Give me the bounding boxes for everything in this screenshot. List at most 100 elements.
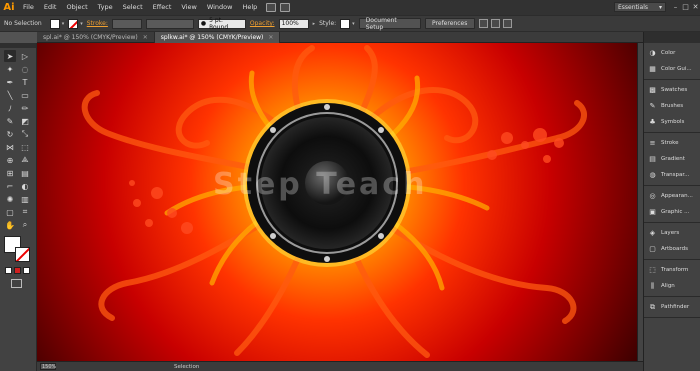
panel-align[interactable]: ⫼ Align: [644, 278, 700, 294]
symbol-sprayer-tool-icon[interactable]: ✺: [4, 193, 16, 205]
chevron-down-icon[interactable]: ▾: [62, 21, 65, 27]
fill-swatch[interactable]: [49, 18, 60, 29]
gradient-mode-icon[interactable]: [14, 267, 21, 274]
menu-help[interactable]: Help: [237, 0, 262, 15]
zoom-level-field[interactable]: 150%: [40, 363, 56, 370]
minimize-icon[interactable]: –: [671, 2, 680, 11]
menu-type[interactable]: Type: [93, 0, 118, 15]
document-tabs: spl.ai* @ 150% (CMYK/Preview) ✕ splkw.ai…: [37, 32, 643, 43]
magic-wand-tool-icon[interactable]: ✦: [4, 63, 16, 75]
transform-icon[interactable]: [490, 19, 500, 28]
workspace-switcher[interactable]: Essentials ▾: [614, 2, 666, 12]
status-bar: 150% Selection: [37, 361, 643, 371]
panel-pathfinder[interactable]: ⧉ Pathfinder: [644, 299, 700, 315]
panel-transform[interactable]: ⬚ Transform: [644, 262, 700, 278]
menu-window[interactable]: Window: [202, 0, 238, 15]
chevron-right-icon[interactable]: ▸: [313, 21, 316, 27]
rotate-tool-icon[interactable]: ↻: [4, 128, 16, 140]
panel-appearance[interactable]: ◎ Appearan...: [644, 188, 700, 204]
panel-color[interactable]: ◑ Color: [644, 45, 700, 61]
style-label: Style:: [319, 20, 337, 27]
screen-mode-icon[interactable]: [11, 279, 22, 288]
shape-builder-tool-icon[interactable]: ⊕: [4, 154, 16, 166]
arrange-documents-icon[interactable]: [280, 3, 291, 12]
line-tool-icon[interactable]: ╲: [4, 89, 16, 101]
artboard-tool-icon[interactable]: ▢: [4, 206, 16, 218]
mesh-tool-icon[interactable]: ⊞: [4, 167, 16, 179]
panel-symbols[interactable]: ♣ Symbols: [644, 114, 700, 130]
width-tool-icon[interactable]: ⋈: [4, 141, 16, 153]
close-icon[interactable]: ✕: [691, 2, 700, 11]
document-setup-button[interactable]: Document Setup: [358, 17, 421, 31]
panel-label: Pathfinder: [661, 304, 690, 310]
panel-dock-header[interactable]: [644, 32, 700, 43]
none-mode-icon[interactable]: [23, 267, 30, 274]
rectangle-tool-icon[interactable]: ▭: [19, 89, 31, 101]
menu-object[interactable]: Object: [61, 0, 92, 15]
blend-tool-icon[interactable]: ◐: [19, 180, 31, 192]
chevron-down-icon[interactable]: ▾: [352, 21, 355, 27]
gradient-tool-icon[interactable]: ▤: [19, 167, 31, 179]
close-icon[interactable]: ✕: [143, 34, 148, 41]
panel-brushes[interactable]: ✎ Brushes: [644, 98, 700, 114]
panel-group-transform: ⬚ Transform ⫼ Align: [644, 260, 700, 297]
perspective-grid-tool-icon[interactable]: ⟁: [19, 154, 31, 166]
eyedropper-tool-icon[interactable]: ⌐: [4, 180, 16, 192]
free-transform-tool-icon[interactable]: ⬚: [19, 141, 31, 153]
preferences-button[interactable]: Preferences: [424, 18, 475, 29]
bridge-icon[interactable]: [266, 3, 277, 12]
chevron-down-icon[interactable]: ▾: [80, 21, 83, 27]
align-icon[interactable]: [478, 19, 488, 28]
panel-graphic-styles[interactable]: ▣ Graphic ...: [644, 204, 700, 220]
menu-select[interactable]: Select: [118, 0, 148, 15]
opacity-label[interactable]: Opacity:: [250, 20, 275, 27]
lasso-tool-icon[interactable]: ◌: [19, 63, 31, 75]
pencil-tool-icon[interactable]: ✏: [19, 102, 31, 114]
panel-transparency[interactable]: ◍ Transpar...: [644, 167, 700, 183]
hand-tool-icon[interactable]: ✋: [4, 219, 16, 231]
zoom-tool-icon[interactable]: ⌕: [19, 219, 31, 231]
tab-spl[interactable]: spl.ai* @ 150% (CMYK/Preview) ✕: [37, 32, 155, 43]
variable-width-profile[interactable]: [145, 18, 194, 29]
slice-tool-icon[interactable]: ⌗: [19, 206, 31, 218]
maximize-icon[interactable]: □: [681, 2, 690, 11]
column-graph-tool-icon[interactable]: ▥: [19, 193, 31, 205]
eraser-tool-icon[interactable]: ◩: [19, 115, 31, 127]
menu-edit[interactable]: Edit: [39, 0, 62, 15]
panel-label: Brushes: [661, 103, 684, 109]
menu-file[interactable]: File: [18, 0, 39, 15]
blob-brush-tool-icon[interactable]: ✎: [4, 115, 16, 127]
type-tool-icon[interactable]: T: [19, 76, 31, 88]
control-bar: No Selection ▾ ▾ Stroke: ● 5 pt. Round O…: [0, 15, 700, 32]
opacity-field[interactable]: 100%: [278, 18, 309, 29]
panel-menu-icon[interactable]: [502, 19, 512, 28]
stroke-box[interactable]: [15, 247, 30, 262]
scale-tool-icon[interactable]: ⤡: [19, 128, 31, 140]
panel-swatches[interactable]: ▩ Swatches: [644, 82, 700, 98]
panel-color-guide[interactable]: ▦ Color Gui...: [644, 61, 700, 77]
menu-effect[interactable]: Effect: [148, 0, 177, 15]
graphic-style-swatch[interactable]: [340, 18, 351, 29]
stroke-weight-field[interactable]: [111, 18, 142, 29]
stroke-swatch[interactable]: [68, 18, 79, 29]
current-tool-status[interactable]: Selection: [174, 364, 199, 370]
direct-selection-tool-icon[interactable]: ▷: [19, 50, 31, 62]
paintbrush-tool-icon[interactable]: ﾉ: [4, 102, 16, 114]
fill-stroke-control[interactable]: [4, 236, 32, 264]
menu-view[interactable]: View: [176, 0, 201, 15]
color-mode-icon[interactable]: [5, 267, 12, 274]
panel-group-stroke: ≡ Stroke ▤ Gradient ◍ Transpar...: [644, 133, 700, 186]
tab-splkw[interactable]: splkw.ai* @ 150% (CMYK/Preview) ✕: [154, 32, 281, 43]
artboards-icon: ▢: [649, 245, 656, 253]
pathfinder-icon: ⧉: [650, 302, 655, 311]
panel-stroke[interactable]: ≡ Stroke: [644, 135, 700, 151]
stroke-label[interactable]: Stroke:: [87, 20, 108, 27]
selection-tool-icon[interactable]: ➤: [4, 50, 16, 62]
panel-layers[interactable]: ◈ Layers: [644, 225, 700, 241]
panel-artboards[interactable]: ▢ Artboards: [644, 241, 700, 257]
close-icon[interactable]: ✕: [268, 34, 273, 41]
artboard-canvas[interactable]: Step Teach: [37, 43, 643, 361]
brush-definition-field[interactable]: ● 5 pt. Round: [197, 17, 246, 31]
panel-gradient[interactable]: ▤ Gradient: [644, 151, 700, 167]
pen-tool-icon[interactable]: ✒: [4, 76, 16, 88]
